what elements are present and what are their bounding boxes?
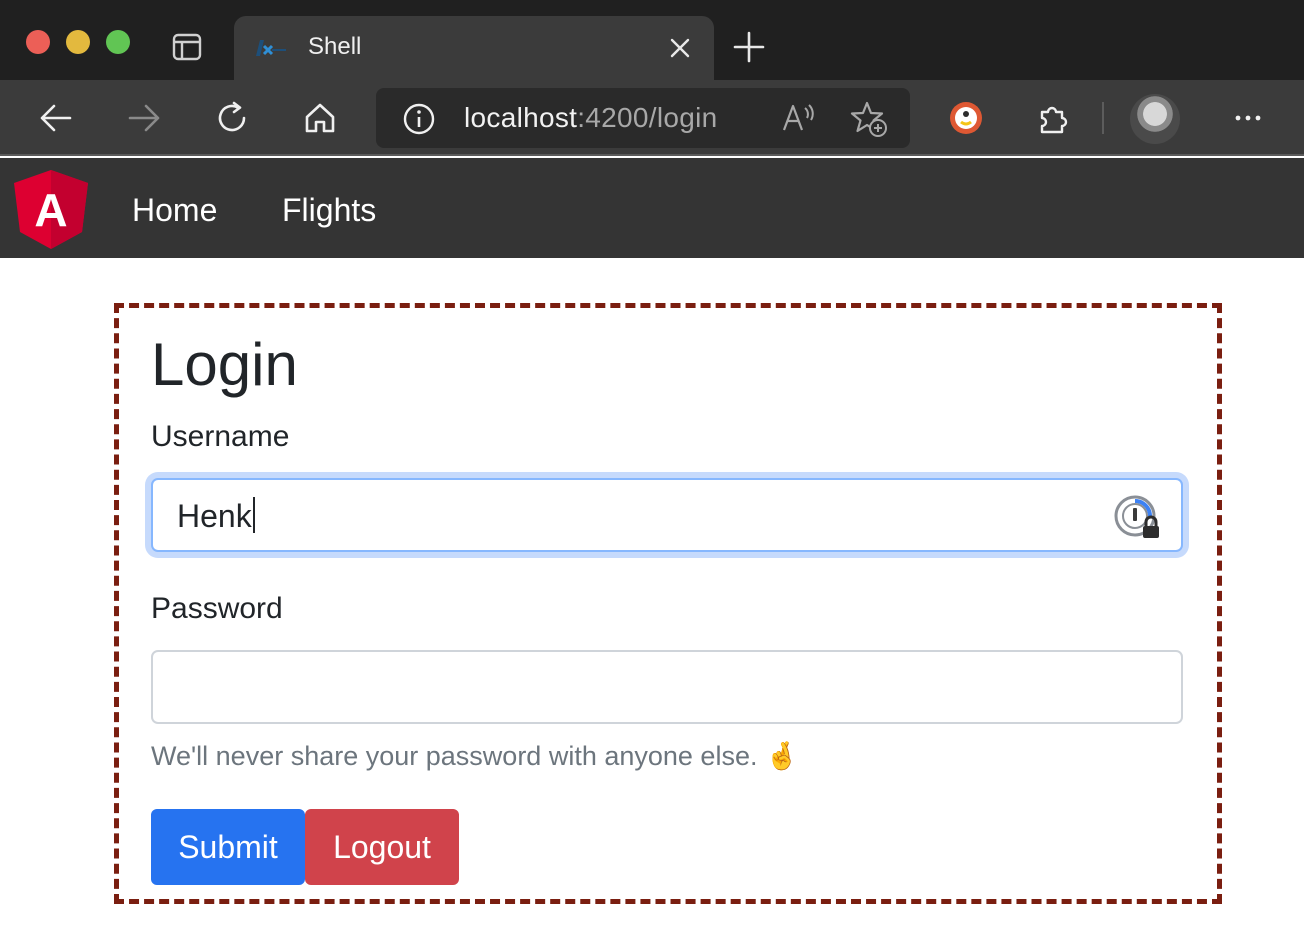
browser-tab[interactable]: Shell (234, 16, 714, 80)
login-card: Login Username Henk Password We'll never… (114, 303, 1222, 904)
app-navbar: A Home Flights (0, 158, 1304, 258)
new-tab-icon[interactable] (732, 30, 766, 64)
maximize-window-button[interactable] (106, 30, 130, 54)
nav-link-flights[interactable]: Flights (282, 192, 376, 229)
page-title: Login (151, 331, 298, 398)
forward-icon[interactable] (126, 100, 162, 136)
tab-favicon-icon (256, 40, 286, 56)
home-icon[interactable] (302, 100, 338, 136)
add-favorite-icon[interactable] (850, 100, 888, 138)
logout-button[interactable]: Logout (305, 809, 459, 885)
close-window-button[interactable] (26, 30, 50, 54)
extensions-icon[interactable] (1036, 100, 1072, 136)
url-path: :4200/login (577, 102, 718, 133)
refresh-icon[interactable] (214, 100, 250, 136)
read-aloud-icon[interactable] (780, 100, 816, 136)
text-caret (252, 497, 255, 533)
submit-button[interactable]: Submit (151, 809, 305, 885)
site-info-icon[interactable] (402, 102, 436, 136)
angular-logo[interactable]: A (12, 168, 90, 250)
tab-actions-icon[interactable] (172, 33, 202, 61)
password-manager-icon[interactable] (1113, 494, 1161, 542)
password-label: Password (151, 592, 283, 625)
url-host: localhost (464, 102, 578, 133)
minimize-window-button[interactable] (66, 30, 90, 54)
duckduckgo-extension-icon[interactable] (946, 98, 986, 138)
tab-title: Shell (308, 33, 362, 60)
url-text[interactable]: localhost:4200/login (464, 102, 718, 134)
nav-link-home[interactable]: Home (132, 192, 217, 229)
close-tab-icon[interactable] (668, 36, 692, 60)
browser-tabstrip: Shell (0, 0, 1304, 80)
crossed-fingers-emoji: 🤞 (764, 741, 799, 771)
profile-avatar[interactable] (1130, 94, 1180, 144)
address-bar[interactable]: localhost:4200/login (376, 88, 910, 148)
password-help-text: We'll never share your password with any… (151, 741, 799, 771)
back-icon[interactable] (38, 100, 74, 136)
username-value: Henk (177, 497, 255, 535)
toolbar-divider (1102, 102, 1104, 134)
more-menu-icon[interactable] (1230, 100, 1266, 136)
username-label: Username (151, 420, 290, 453)
password-field[interactable] (151, 650, 1183, 724)
angular-logo-letter: A (34, 184, 67, 236)
browser-toolbar: localhost:4200/login (0, 80, 1304, 156)
username-field[interactable]: Henk (151, 478, 1183, 552)
